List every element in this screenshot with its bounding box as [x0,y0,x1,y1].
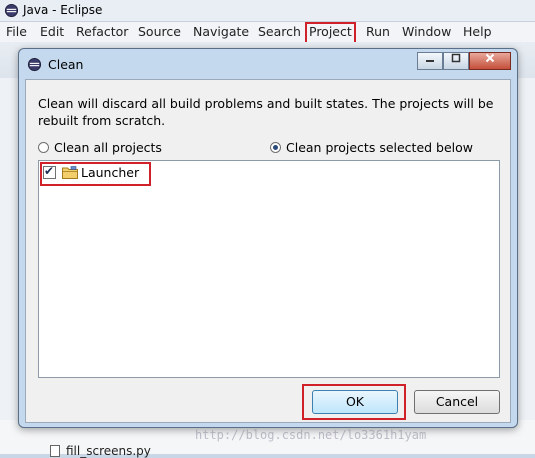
clean-dialog: Clean Clean will discard all build probl… [18,48,518,428]
menubar: File Edit Refactor Source Navigate Searc… [0,22,535,44]
menu-navigate[interactable]: Navigate [193,24,249,42]
minimize-button[interactable] [417,52,443,70]
eclipse-icon [4,3,19,18]
menu-search[interactable]: Search [258,24,301,42]
close-icon [485,53,495,63]
project-item-label: Launcher [81,165,140,180]
right-side-panel [515,78,535,454]
clean-selected-label: Clean projects selected below [286,140,474,155]
menu-window[interactable]: Window [402,24,451,42]
menu-refactor[interactable]: Refactor [76,24,128,42]
menu-source[interactable]: Source [138,24,181,42]
minimize-icon [426,60,434,62]
project-list[interactable]: ✔ Launcher [38,160,500,378]
clean-all-option[interactable]: Clean all projects [38,140,162,155]
dialog-description: Clean will discard all build problems an… [38,96,494,128]
main-titlebar: Java - Eclipse [0,0,535,22]
python-file-icon [50,445,60,457]
clean-selected-radio[interactable] [270,142,281,153]
clean-selected-option[interactable]: Clean projects selected below [270,140,473,155]
project-checkbox[interactable]: ✔ [43,164,56,179]
checkmark-icon: ✔ [44,164,55,178]
menu-file[interactable]: File [6,24,27,42]
folder-project-icon [62,166,78,179]
background-file-item[interactable]: fill_screens.py [50,444,151,458]
clean-all-label: Clean all projects [54,140,162,155]
background-file-label: fill_screens.py [66,444,151,458]
ok-button[interactable]: OK [312,390,398,414]
eclipse-icon [27,57,42,72]
menu-edit[interactable]: Edit [40,24,64,42]
left-side-panel [0,78,20,454]
menu-run[interactable]: Run [366,24,390,42]
dialog-body: Clean will discard all build problems an… [25,79,511,423]
menu-help[interactable]: Help [463,24,492,42]
main-window-title: Java - Eclipse [23,3,103,17]
maximize-button[interactable] [443,52,469,70]
maximize-icon [451,53,461,63]
cancel-button[interactable]: Cancel [414,390,500,414]
clean-all-radio[interactable] [38,142,49,153]
dialog-title: Clean [48,57,84,72]
menu-project[interactable]: Project [305,22,356,44]
close-button[interactable] [469,52,511,70]
watermark-text: http://blog.csdn.net/lo3361h1yam [195,428,427,442]
